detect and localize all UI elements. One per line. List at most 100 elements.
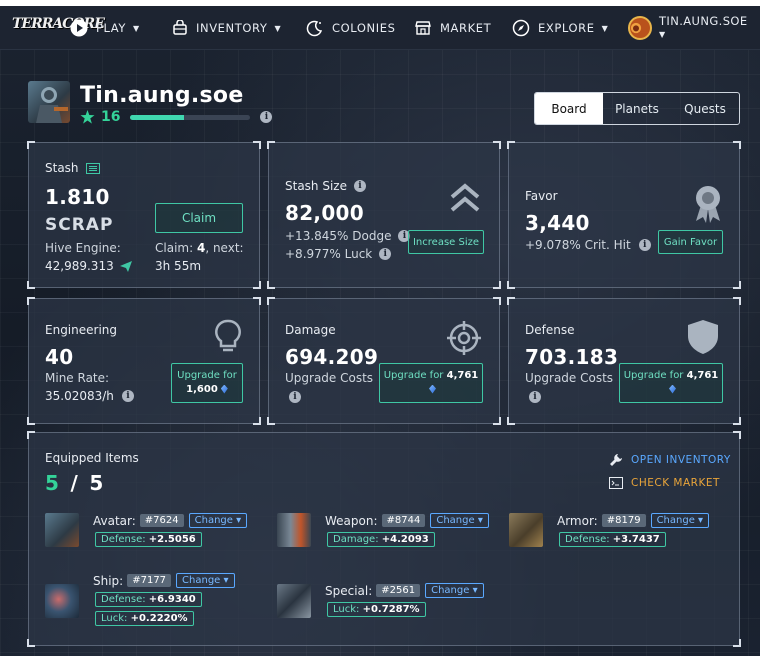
damage-card: Damage 694.209 Upgrade Costs i Upgrade f…	[267, 297, 501, 425]
equipped-count: 5	[45, 471, 60, 495]
nav-explore[interactable]: EXPLORE ▼	[512, 6, 608, 50]
nav-explore-label: EXPLORE	[538, 21, 595, 35]
ship-stat-luck: Luck: +0.2220%	[95, 611, 194, 626]
stash-card: Stash 1.810 SCRAP Claim Hive Engine: 42,…	[27, 141, 261, 289]
equipped-count-row: 5 / 5	[45, 471, 104, 495]
info-icon[interactable]: i	[260, 111, 273, 123]
stash-size-label-row: Stash Size i	[285, 179, 366, 193]
info-icon[interactable]: i	[529, 391, 541, 403]
nav-colonies-label: COLONIES	[332, 21, 396, 35]
armor-stat: Defense: +3.7437	[559, 532, 666, 547]
change-weapon-button[interactable]: Change ▾	[430, 513, 489, 528]
star-icon	[80, 110, 95, 124]
info-icon[interactable]: i	[379, 248, 392, 260]
profile-avatar	[28, 81, 70, 123]
nav-colonies[interactable]: COLONIES	[306, 6, 396, 50]
stat-name: Defense:	[101, 534, 146, 545]
info-icon[interactable]: i	[289, 391, 301, 403]
damage-value: 694.209	[285, 345, 379, 369]
armor-item-thumb[interactable]	[509, 513, 543, 547]
ship-stat-defense: Defense: +6.9340	[95, 592, 202, 607]
stash-label-row: Stash	[45, 161, 100, 175]
terminal-icon	[609, 477, 623, 489]
tab-quests[interactable]: Quests	[671, 93, 739, 124]
stash-value: 1.810	[45, 185, 110, 209]
gain-favor-button[interactable]: Gain Favor	[658, 230, 723, 254]
colonies-icon	[306, 20, 323, 37]
tab-planets[interactable]: Planets	[603, 93, 671, 124]
ship-item-thumb[interactable]	[45, 584, 79, 618]
luck-stat: +8.977% Luck	[285, 247, 373, 261]
hive-engine-value: 42,989.313	[45, 259, 114, 273]
inventory-icon	[173, 20, 187, 35]
stash-label: Stash	[45, 161, 79, 175]
user-avatar	[628, 16, 652, 40]
chevron-down-icon: ▼	[274, 23, 282, 33]
change-ship-button[interactable]: Change ▾	[176, 573, 235, 588]
nav-play[interactable]: PLAY ▼	[70, 6, 140, 50]
chevron-down-icon: ▼	[659, 30, 666, 39]
change-special-button[interactable]: Change ▾	[425, 583, 484, 598]
hive-engine-row: 42,989.313	[45, 259, 132, 273]
crystal-icon	[220, 384, 228, 394]
check-market-label: CHECK MARKET	[631, 477, 720, 489]
stat-value: +6.9340	[148, 594, 196, 605]
change-label: Change	[194, 515, 233, 526]
nav-play-label: PLAY	[96, 21, 127, 35]
equipped-title: Equipped Items	[45, 451, 139, 465]
engineering-label: Engineering	[45, 323, 117, 337]
avatar-item-thumb[interactable]	[45, 513, 79, 547]
mine-rate-row: 35.02083/h i	[45, 389, 134, 403]
stat-value: +4.2093	[381, 534, 429, 545]
mine-rate-value: 35.02083/h	[45, 389, 114, 403]
stash-unit: SCRAP	[45, 215, 114, 235]
send-icon[interactable]	[119, 260, 132, 272]
stat-value: +3.7437	[612, 534, 660, 545]
compass-icon	[512, 19, 530, 37]
defense-card: Defense 703.183 Upgrade Costs i Upgrade …	[507, 297, 741, 425]
item-id: #8179	[601, 514, 646, 527]
tab-board[interactable]: Board	[535, 93, 603, 124]
claim-button[interactable]: Claim	[155, 203, 243, 233]
info-icon[interactable]: i	[638, 239, 651, 251]
upgrade-defense-button[interactable]: Upgrade for 4,761	[619, 363, 723, 403]
open-inventory-link[interactable]: OPEN INVENTORY	[609, 453, 731, 467]
equipped-slash: /	[70, 471, 79, 495]
upgrade-engineering-button[interactable]: Upgrade for 1,600	[171, 363, 243, 403]
nav-market-label: MARKET	[440, 21, 492, 35]
top-nav: TERRACORE PLAY ▼ INVENTORY ▼ COLONIES MA…	[0, 6, 760, 50]
weapon-item-thumb[interactable]	[277, 513, 311, 547]
special-item-row: Special: #2561 Change ▾	[325, 583, 484, 598]
shield-icon	[688, 320, 718, 354]
level-row: 16 i	[80, 109, 273, 125]
change-label: Change	[436, 515, 475, 526]
increase-size-button[interactable]: Increase Size	[408, 230, 484, 254]
change-armor-button[interactable]: Change ▾	[650, 513, 710, 528]
user-menu[interactable]: TIN.AUNG.SOE ▼	[628, 6, 748, 50]
upgrade-label: Upgrade for	[383, 370, 444, 381]
special-item-thumb[interactable]	[277, 584, 311, 618]
ship-item-row: Ship: #7177 Change ▾	[93, 573, 235, 588]
favor-label: Favor	[525, 189, 558, 203]
change-label: Change	[182, 575, 221, 586]
stat-name: Luck:	[333, 604, 360, 615]
nav-inventory[interactable]: INVENTORY ▼	[172, 6, 281, 50]
change-avatar-button[interactable]: Change ▾	[188, 513, 248, 528]
stash-size-card: Stash Size i 82,000 +13.845% Dodge i +8.…	[267, 141, 501, 289]
claim-info: Claim: 4, next:	[155, 241, 244, 255]
equipped-items-card: Equipped Items 5 / 5 OPEN INVENTORY CHEC…	[27, 431, 741, 647]
item-id: #7177	[127, 574, 172, 587]
favor-card: Favor 3,440 +9.078% Crit. Hit i Gain Fav…	[507, 141, 741, 289]
info-icon[interactable]: i	[353, 180, 366, 192]
play-icon	[70, 19, 88, 37]
info-icon[interactable]: i	[121, 390, 134, 402]
market-icon	[415, 21, 431, 35]
damage-label: Damage	[285, 323, 336, 337]
upgrade-damage-button[interactable]: Upgrade for 4,761	[379, 363, 483, 403]
check-market-link[interactable]: CHECK MARKET	[609, 477, 720, 489]
nav-market[interactable]: MARKET	[414, 6, 491, 50]
wrench-icon	[610, 454, 622, 466]
change-label: Change	[656, 515, 695, 526]
item-id: #2561	[376, 584, 421, 597]
ledger-icon[interactable]	[85, 162, 100, 174]
